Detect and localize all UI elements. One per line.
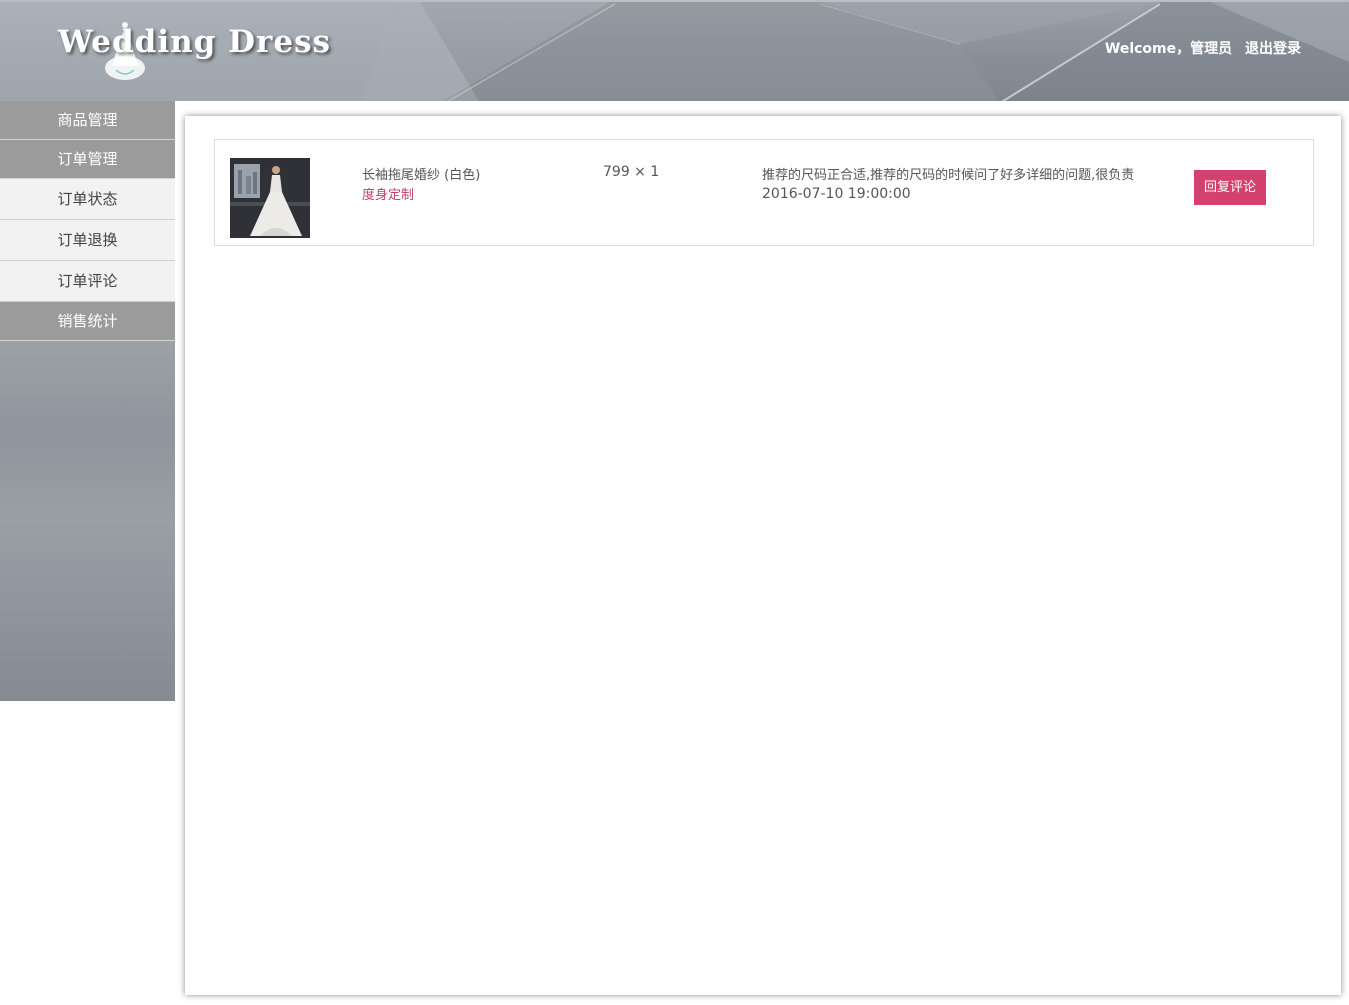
- logout-link[interactable]: 退出登录: [1245, 38, 1301, 58]
- welcome-text: Welcome，管理员: [1104, 41, 1233, 57]
- sidebar-nav: 商品管理 订单管理 订单状态 订单退换 订单评论 销售统计: [0, 101, 175, 701]
- sidebar-item-order-status[interactable]: 订单状态: [0, 179, 175, 220]
- sidebar-item-order-returns[interactable]: 订单退换: [0, 220, 175, 261]
- product-type: 度身定制: [362, 188, 415, 203]
- page-header: Wedding Dress Welcome，管理员 退出登录: [0, 0, 1349, 101]
- wedding-dress-photo-icon: [230, 158, 310, 238]
- main-content-panel: 长袖拖尾婚纱 (白色) 度身定制 799 × 1 推荐的尺码正合适,推荐的尺码的…: [185, 116, 1341, 995]
- reply-comment-button[interactable]: 回复评论: [1194, 170, 1266, 205]
- comment-row: 长袖拖尾婚纱 (白色) 度身定制 799 × 1 推荐的尺码正合适,推荐的尺码的…: [214, 139, 1314, 246]
- comment-text: 推荐的尺码正合适,推荐的尺码的时候问了好多详细的问题,很负责: [762, 168, 1135, 183]
- comment-timestamp: 2016-07-10 19:00:00: [762, 186, 911, 202]
- sidebar-item-order-comments[interactable]: 订单评论: [0, 261, 175, 302]
- sidebar-item-order-management[interactable]: 订单管理: [0, 140, 175, 179]
- sidebar-item-product-management[interactable]: 商品管理: [0, 101, 175, 140]
- product-name[interactable]: 长袖拖尾婚纱 (白色): [362, 164, 480, 183]
- product-thumbnail[interactable]: [230, 158, 310, 238]
- site-logo[interactable]: Wedding Dress: [58, 24, 331, 60]
- price-quantity: 799 × 1: [603, 164, 660, 180]
- sidebar-item-sales-statistics[interactable]: 销售统计: [0, 302, 175, 341]
- user-area: Welcome，管理员 退出登录: [1105, 38, 1301, 58]
